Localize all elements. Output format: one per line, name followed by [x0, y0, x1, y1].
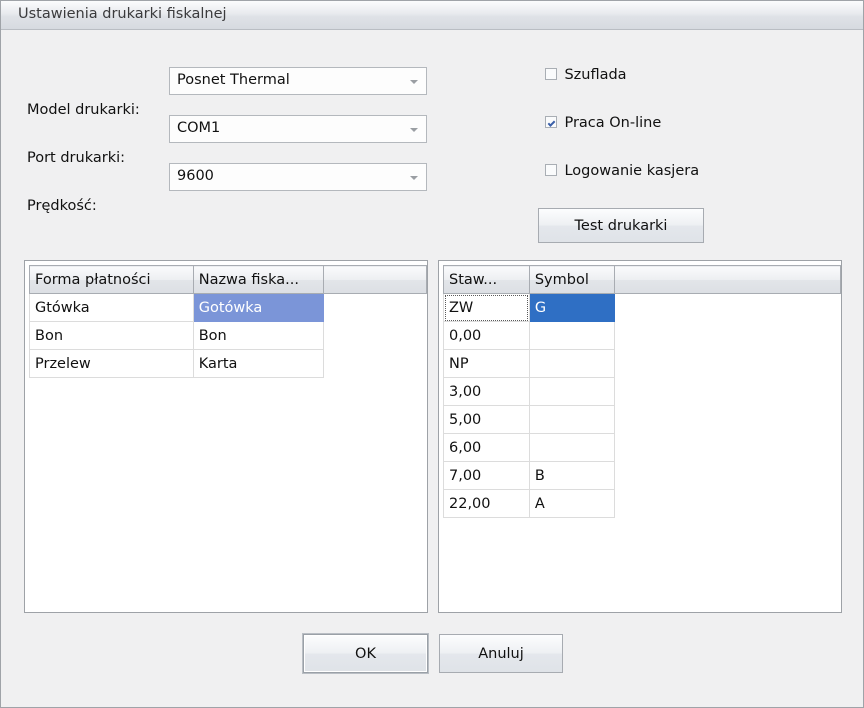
table-row[interactable]: 5,00: [443, 405, 841, 434]
cell-filler-6: [614, 462, 841, 490]
cell-symbol-5[interactable]: [528, 433, 615, 462]
cell-symbol-3[interactable]: [528, 377, 615, 406]
col-header-stawka[interactable]: Staw...: [443, 265, 530, 294]
table-header-row: Staw... Symbol: [443, 265, 841, 294]
table-row[interactable]: 0,00: [443, 321, 841, 350]
predkosc-combobox[interactable]: 9600: [169, 163, 427, 191]
cell-filler-1: [614, 322, 841, 350]
checkbox-box-praca-online[interactable]: [545, 116, 557, 128]
table-row[interactable]: Gtówka Gotówka: [29, 293, 427, 322]
table-row[interactable]: Bon Bon: [29, 321, 427, 350]
predkosc-value: 9600: [177, 168, 214, 184]
cell-filler-1: [324, 322, 427, 350]
title-bar: Ustawienia drukarki fiskalnej: [1, 1, 863, 30]
checkbox-logowanie-kasjera[interactable]: Logowanie kasjera: [545, 163, 699, 183]
chevron-down-icon[interactable]: [410, 176, 418, 180]
col-header-filler[interactable]: [323, 265, 427, 294]
col-header-forma-platnosci[interactable]: Forma płatności: [29, 265, 194, 294]
port-drukarki-value: COM1: [177, 120, 221, 136]
checkbox-praca-online[interactable]: Praca On-line: [545, 115, 661, 135]
checkbox-box-logowanie-kasjera[interactable]: [545, 164, 557, 176]
cell-symbol-4[interactable]: [528, 405, 615, 434]
col-header-nazwa-fiskalna[interactable]: Nazwa fiska...: [193, 265, 325, 294]
cell-symbol-2[interactable]: [528, 349, 615, 378]
col-header-filler[interactable]: [614, 265, 841, 294]
col-header-symbol[interactable]: Symbol: [529, 265, 615, 294]
cell-stawka-5[interactable]: 6,00: [443, 433, 530, 462]
cell-stawka-0[interactable]: ZW: [443, 293, 530, 322]
vat-rates-panel: Staw... Symbol ZW G 0,00 NP 3,00 5,00 6,…: [438, 260, 842, 613]
checkbox-box-szuflada[interactable]: [545, 68, 557, 80]
cell-nazwa-fiskalna-2[interactable]: Karta: [192, 349, 325, 378]
cell-symbol-7[interactable]: A: [528, 489, 615, 518]
cell-symbol-1[interactable]: [528, 321, 615, 350]
ok-button[interactable]: OK: [303, 634, 428, 673]
cell-forma-platnosci-1[interactable]: Bon: [29, 321, 194, 350]
test-drukarki-button[interactable]: Test drukarki: [538, 208, 704, 243]
cell-symbol-6[interactable]: B: [528, 461, 615, 490]
cell-symbol-0[interactable]: G: [528, 293, 615, 322]
table-row[interactable]: 6,00: [443, 433, 841, 462]
cell-stawka-1[interactable]: 0,00: [443, 321, 530, 350]
table-row[interactable]: 3,00: [443, 377, 841, 406]
cell-nazwa-fiskalna-0[interactable]: Gotówka: [192, 293, 325, 322]
table-row[interactable]: 7,00 B: [443, 461, 841, 490]
payment-methods-table[interactable]: Forma płatności Nazwa fiska... Gtówka Go…: [29, 265, 427, 378]
checkbox-label-praca-online: Praca On-line: [564, 115, 662, 131]
cell-filler-0: [324, 294, 427, 322]
table-row[interactable]: 22,00 A: [443, 489, 841, 518]
window-title: Ustawienia drukarki fiskalnej: [18, 6, 227, 22]
model-drukarki-combobox[interactable]: Posnet Thermal: [169, 67, 427, 95]
cell-stawka-2[interactable]: NP: [443, 349, 530, 378]
label-predkosc: Prędkość:: [27, 198, 97, 214]
cell-stawka-6[interactable]: 7,00: [443, 461, 530, 490]
label-model-drukarki: Model drukarki:: [27, 102, 140, 118]
cell-stawka-3[interactable]: 3,00: [443, 377, 530, 406]
table-row[interactable]: Przelew Karta: [29, 349, 427, 378]
cell-filler-2: [614, 350, 841, 378]
cell-filler-5: [614, 434, 841, 462]
checkbox-szuflada[interactable]: Szuflada: [545, 67, 627, 87]
cell-nazwa-fiskalna-1[interactable]: Bon: [192, 321, 325, 350]
checkbox-label-szuflada: Szuflada: [564, 67, 627, 83]
cell-filler-7: [614, 490, 841, 518]
cell-filler-0: [614, 294, 841, 322]
cell-stawka-4[interactable]: 5,00: [443, 405, 530, 434]
dialog-client-area: Model drukarki: Posnet Thermal Port druk…: [2, 31, 862, 706]
model-drukarki-value: Posnet Thermal: [177, 72, 290, 88]
port-drukarki-combobox[interactable]: COM1: [169, 115, 427, 143]
vat-rates-table[interactable]: Staw... Symbol ZW G 0,00 NP 3,00 5,00 6,…: [443, 265, 841, 518]
cell-stawka-7[interactable]: 22,00: [443, 489, 530, 518]
table-header-row: Forma płatności Nazwa fiska...: [29, 265, 427, 294]
table-row[interactable]: ZW G: [443, 293, 841, 322]
dialog-window: Ustawienia drukarki fiskalnej Model druk…: [0, 0, 864, 708]
cancel-button[interactable]: Anuluj: [439, 634, 563, 673]
checkbox-label-logowanie-kasjera: Logowanie kasjera: [564, 163, 700, 179]
cell-filler-3: [614, 378, 841, 406]
cell-forma-platnosci-2[interactable]: Przelew: [29, 349, 194, 378]
chevron-down-icon[interactable]: [410, 80, 418, 84]
cell-filler-2: [324, 350, 427, 378]
chevron-down-icon[interactable]: [410, 128, 418, 132]
cell-forma-platnosci-0[interactable]: Gtówka: [29, 293, 194, 322]
cell-filler-4: [614, 406, 841, 434]
table-row[interactable]: NP: [443, 349, 841, 378]
payment-methods-panel: Forma płatności Nazwa fiska... Gtówka Go…: [24, 260, 428, 613]
label-port-drukarki: Port drukarki:: [27, 150, 126, 166]
